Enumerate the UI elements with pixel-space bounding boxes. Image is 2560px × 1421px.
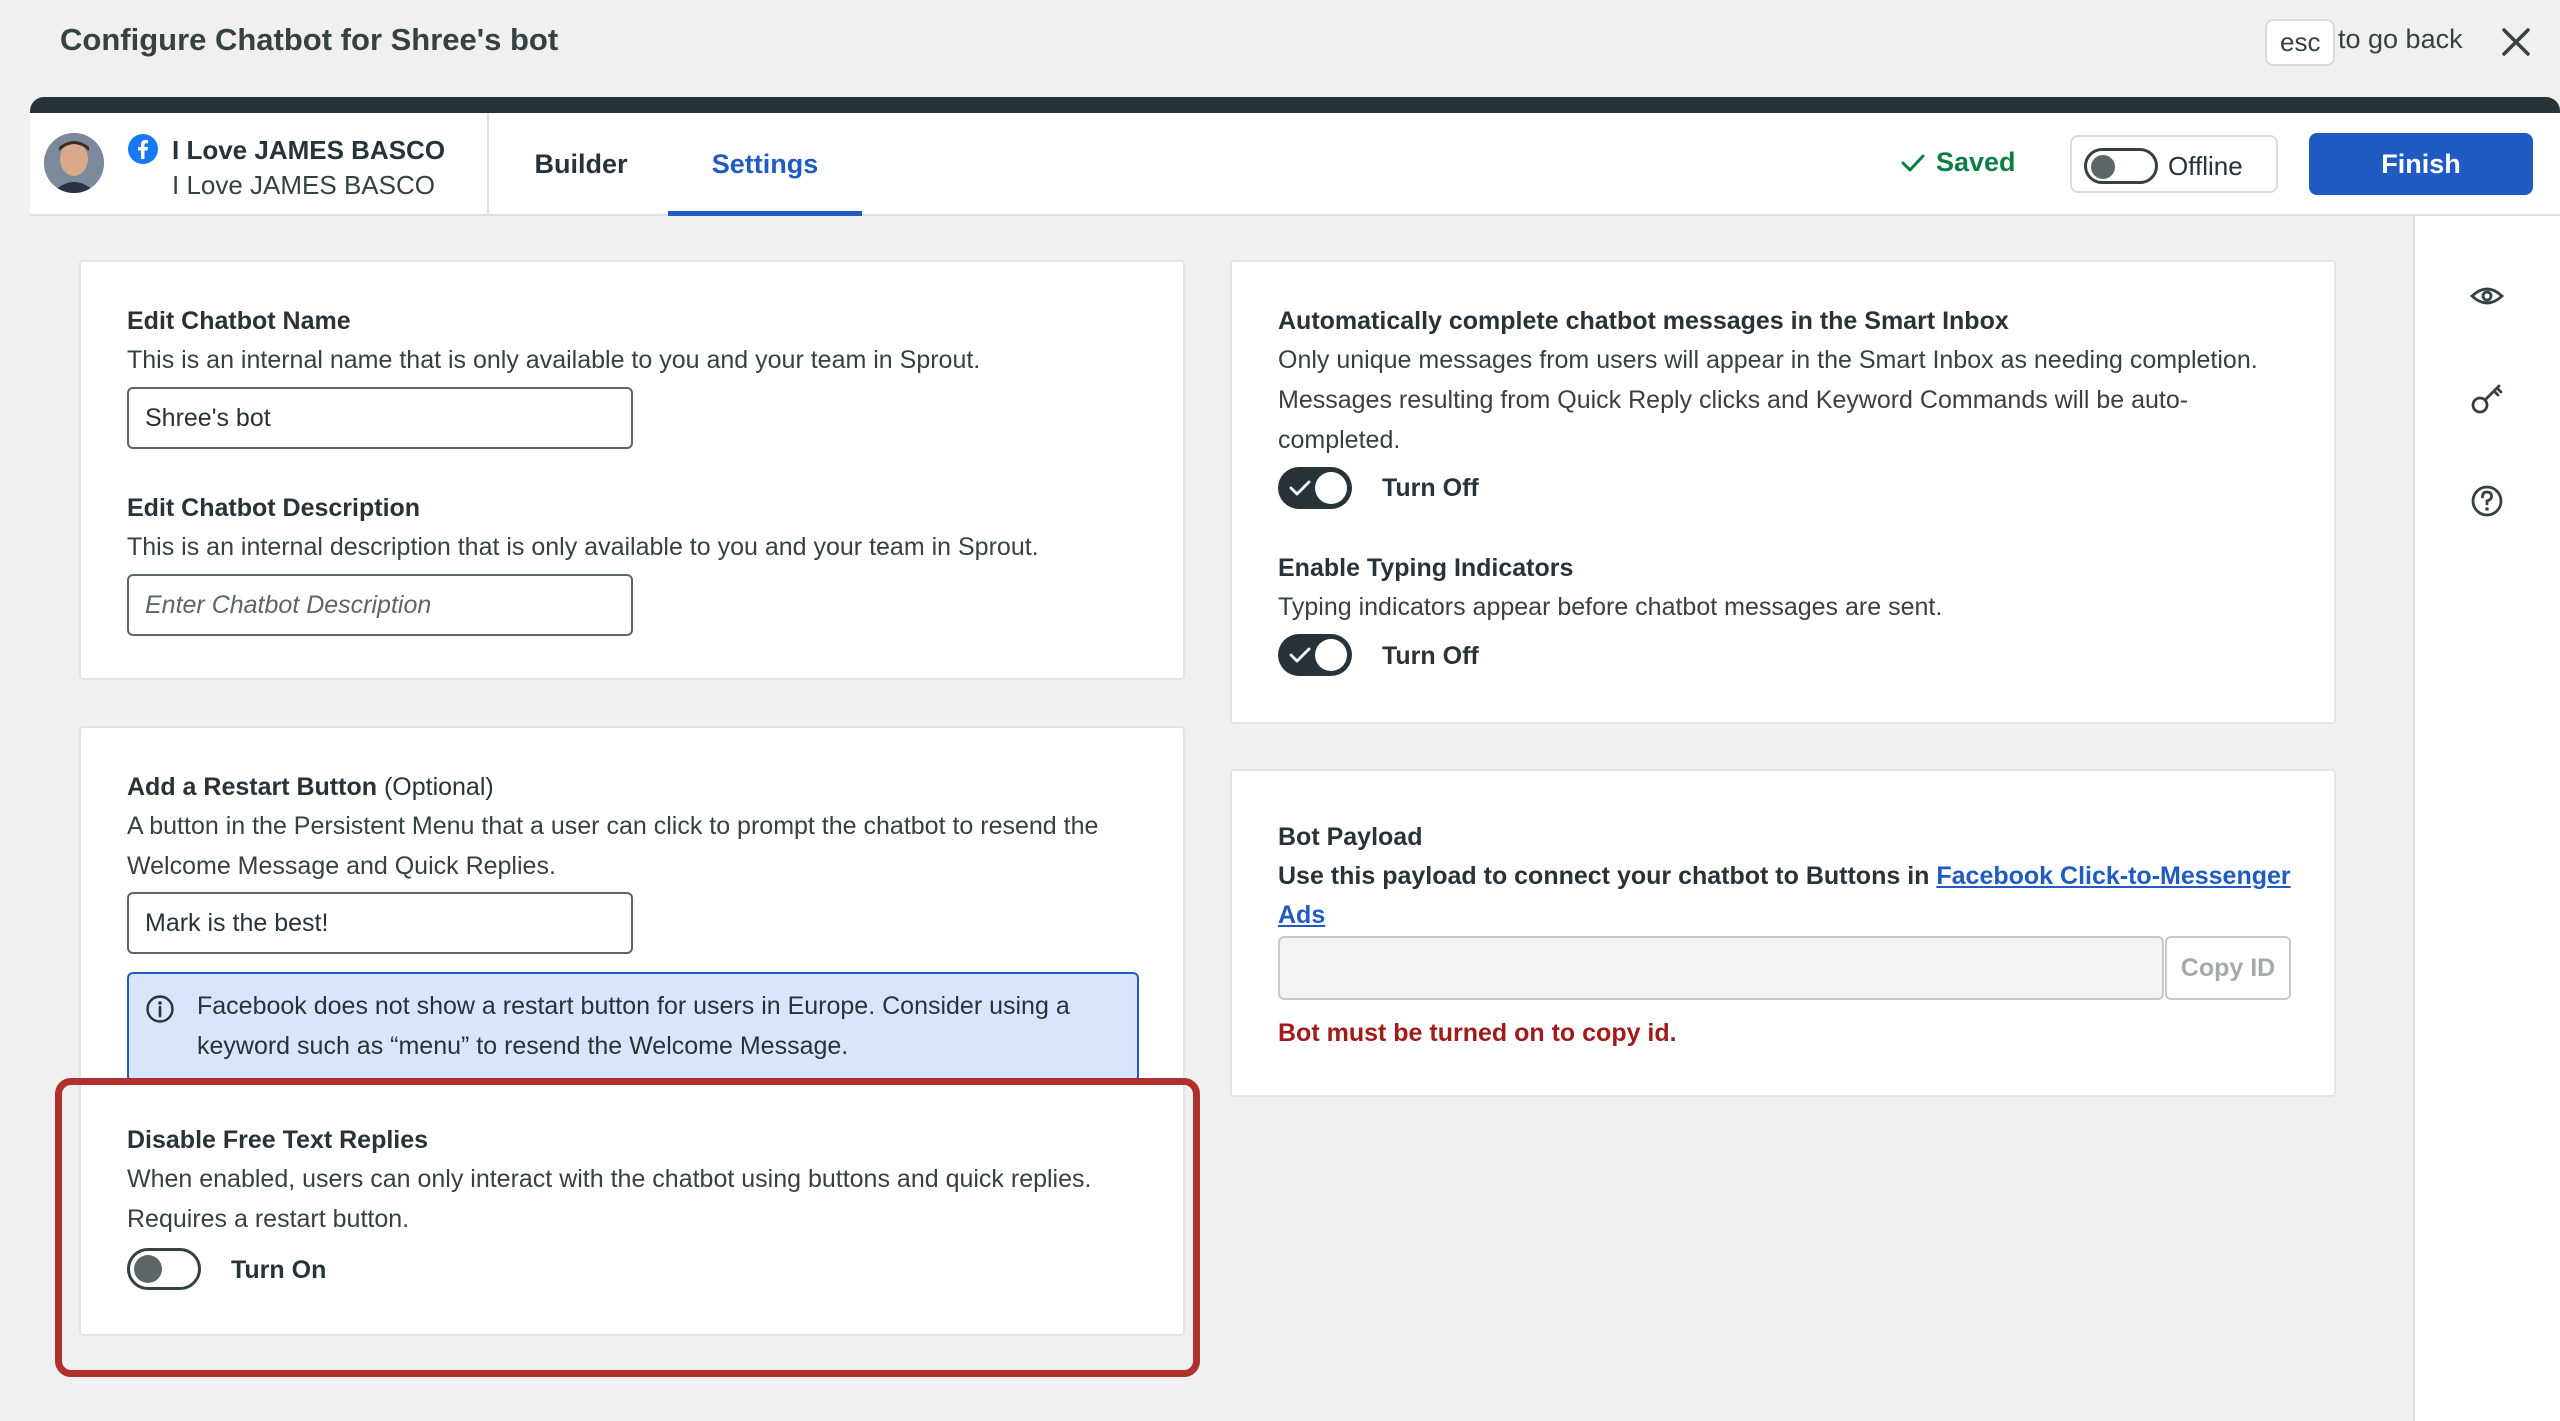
right-rail xyxy=(2413,216,2560,1421)
status-switch[interactable] xyxy=(2084,148,2158,184)
auto-complete-desc-line2: Messages resulting from Quick Reply clic… xyxy=(1278,386,2189,414)
info-line2: keyword such as “menu” to resend the Wel… xyxy=(197,1032,849,1060)
payload-id-field[interactable] xyxy=(1278,936,2164,1000)
account-subtitle: I Love JAMES BASCO xyxy=(172,170,435,200)
europe-info-banner: Facebook does not show a restart button … xyxy=(127,972,1139,1082)
close-icon[interactable] xyxy=(2496,22,2536,62)
payload-desc-text: Use this payload to connect your chatbot… xyxy=(1278,862,1930,890)
finish-button[interactable]: Finish xyxy=(2309,133,2533,195)
eye-icon[interactable] xyxy=(2467,276,2507,316)
esc-hint-text: to go back xyxy=(2338,24,2463,54)
info-icon xyxy=(146,995,174,1023)
toggle-knob xyxy=(1315,639,1347,671)
payload-desc: Use this payload to connect your chatbot… xyxy=(1278,862,2291,891)
payload-heading: Bot Payload xyxy=(1278,823,1423,851)
typing-toggle-label: Turn Off xyxy=(1382,642,1479,670)
copy-id-button[interactable]: Copy ID xyxy=(2165,936,2291,1000)
page-title: Configure Chatbot for Shree's bot xyxy=(60,22,559,57)
bot-status-toggle[interactable]: Offline xyxy=(2070,135,2278,193)
toggle-knob xyxy=(1315,472,1347,504)
optional-label: (Optional) xyxy=(383,773,494,801)
info-line1: Facebook does not show a restart button … xyxy=(197,992,1070,1020)
edit-name-heading: Edit Chatbot Name xyxy=(127,307,351,335)
inbox-typing-card: Automatically complete chatbot messages … xyxy=(1230,260,2336,724)
edit-description-heading: Edit Chatbot Description xyxy=(127,494,421,522)
tab-builder[interactable]: Builder xyxy=(516,113,646,216)
typing-desc: Typing indicators appear before chatbot … xyxy=(1278,593,1943,621)
avatar xyxy=(44,133,104,193)
chatbot-description-input[interactable]: Enter Chatbot Description xyxy=(127,574,633,636)
auto-complete-desc-line1: Only unique messages from users will app… xyxy=(1278,346,2258,374)
check-icon xyxy=(1901,154,1925,171)
key-icon[interactable] xyxy=(2467,379,2507,419)
highlight-annotation xyxy=(55,1078,1200,1377)
check-icon xyxy=(1289,480,1311,496)
auto-complete-toggle[interactable] xyxy=(1278,467,1352,509)
check-icon xyxy=(1289,647,1311,663)
restart-button-input[interactable]: Mark is the best! xyxy=(127,892,633,954)
auto-complete-toggle-label: Turn Off xyxy=(1382,474,1479,502)
switch-knob xyxy=(2091,155,2115,179)
edit-description-desc: This is an internal description that is … xyxy=(127,533,1039,561)
edit-name-desc: This is an internal name that is only av… xyxy=(127,346,981,374)
copy-error-message: Bot must be turned on to copy id. xyxy=(1278,1019,1677,1047)
auto-complete-desc-line3: completed. xyxy=(1278,426,1401,454)
bot-status-label: Offline xyxy=(2168,151,2243,181)
saved-label: Saved xyxy=(1936,147,2016,177)
esc-key-hint: esc xyxy=(2265,19,2336,66)
help-icon[interactable] xyxy=(2467,481,2507,521)
restart-desc-line1: A button in the Persistent Menu that a u… xyxy=(127,812,1099,840)
chatbot-name-input[interactable]: Shree's bot xyxy=(127,387,633,449)
click-to-messenger-link-ads[interactable]: Ads xyxy=(1278,901,1325,930)
account-name: I Love JAMES BASCO xyxy=(172,135,446,165)
name-description-card: Edit Chatbot Name This is an internal na… xyxy=(79,260,1185,680)
bot-payload-card: Bot Payload Use this payload to connect … xyxy=(1230,769,2336,1097)
saved-status: Saved xyxy=(1900,147,2016,178)
typing-heading: Enable Typing Indicators xyxy=(1278,554,1574,582)
builder-header: I Love JAMES BASCO I Love JAMES BASCO Bu… xyxy=(30,113,2560,216)
auto-complete-heading: Automatically complete chatbot messages … xyxy=(1278,307,2009,335)
click-to-messenger-link[interactable]: Facebook Click-to-Messenger xyxy=(1936,862,2290,890)
restart-heading: Add a Restart Button (Optional) xyxy=(127,773,494,802)
restart-heading-label: Add a Restart Button xyxy=(127,773,377,801)
divider xyxy=(487,113,489,216)
top-bar: Configure Chatbot for Shree's bot esc to… xyxy=(0,0,2560,100)
facebook-icon xyxy=(128,134,158,164)
restart-desc-line2: Welcome Message and Quick Replies. xyxy=(127,852,556,880)
tab-settings[interactable]: Settings xyxy=(668,113,862,216)
typing-toggle[interactable] xyxy=(1278,634,1352,676)
